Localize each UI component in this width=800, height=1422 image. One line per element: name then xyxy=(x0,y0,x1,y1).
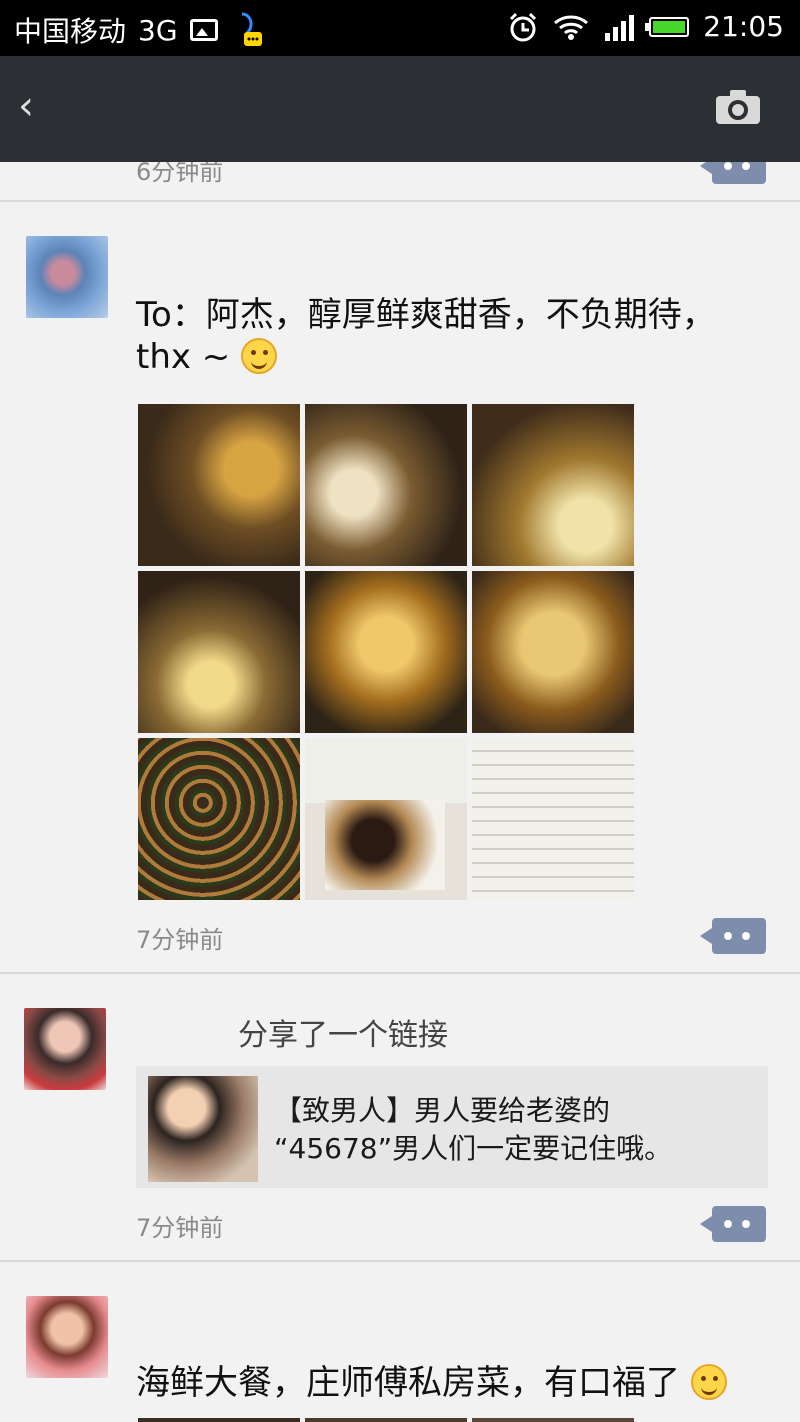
comment-button[interactable] xyxy=(700,918,766,954)
smile-emoji-icon xyxy=(241,338,278,374)
top-navigation-bar: ‹ xyxy=(0,56,800,162)
network-label: 3G xyxy=(138,13,178,47)
photo-thumbnail[interactable] xyxy=(138,738,300,900)
status-bar: 中国移动 3G 21:05 xyxy=(0,0,800,56)
dot-icon xyxy=(724,162,732,170)
photo-thumbnail[interactable] xyxy=(472,738,634,900)
previous-post-comment-button[interactable] xyxy=(700,162,766,184)
wifi-icon xyxy=(554,15,589,40)
photo-thumbnail[interactable] xyxy=(305,738,467,900)
post-time: 7分钟前 xyxy=(136,1214,224,1242)
post-divider xyxy=(0,1260,800,1262)
alarm-icon xyxy=(510,12,537,41)
status-left: 中国移动 3G xyxy=(14,10,264,50)
avatar[interactable] xyxy=(24,1008,106,1090)
link-title: 【致男人】男人要给老婆的 “45678”男人们一定要记住哦。 xyxy=(274,1092,754,1168)
back-button[interactable]: ‹ xyxy=(18,86,34,126)
avatar[interactable] xyxy=(26,236,108,318)
post-time: 7分钟前 xyxy=(136,926,224,954)
grin-emoji-icon xyxy=(690,1364,727,1400)
status-right: 21:05 xyxy=(507,10,784,43)
link-title-line: 【致男人】男人要给老婆的 xyxy=(274,1094,611,1127)
post-text-line: To：阿杰，醇厚鲜爽甜香，不负期待， xyxy=(136,295,716,335)
back-arrow-icon: ‹ xyxy=(18,83,34,129)
dot-icon xyxy=(724,1220,732,1228)
photo-grid xyxy=(138,404,634,900)
photo-thumbnail[interactable] xyxy=(138,404,300,566)
photo-strip-partial xyxy=(138,1418,634,1422)
post-divider xyxy=(0,972,800,974)
avatar[interactable] xyxy=(26,1296,108,1378)
post-text-line: thx ~ xyxy=(136,336,716,378)
shared-link-card[interactable]: 【致男人】男人要给老婆的 “45678”男人们一定要记住哦。 xyxy=(136,1066,768,1188)
comment-button[interactable] xyxy=(700,1206,766,1242)
post-text-fragment: 海鲜大餐，庄师傅私房菜，有口福了 xyxy=(136,1363,680,1403)
photo-thumbnail[interactable] xyxy=(305,404,467,566)
signal-icon xyxy=(605,14,635,41)
photo-thumbnail[interactable] xyxy=(472,571,634,733)
post-text-fragment: thx ~ xyxy=(136,337,231,377)
moments-feed[interactable]: 6分钟前 To：阿杰，醇厚鲜爽甜香，不负期待， thx ~ 7分钟前 分享了一个… xyxy=(0,162,800,1422)
battery-icon xyxy=(645,16,690,37)
post-text: 海鲜大餐，庄师傅私房菜，有口福了 xyxy=(136,1362,727,1404)
qq-notification-icon xyxy=(241,12,262,46)
photo-thumbnail[interactable] xyxy=(305,571,467,733)
share-action-label: 分享了一个链接 xyxy=(238,1018,448,1053)
dot-icon xyxy=(742,162,750,170)
camera-button[interactable] xyxy=(714,88,762,126)
dot-icon xyxy=(724,932,732,940)
dot-icon xyxy=(742,932,750,940)
carrier-label: 中国移动 xyxy=(14,15,127,48)
image-notification-icon xyxy=(189,19,218,41)
previous-post-time: 6分钟前 xyxy=(136,162,224,186)
link-thumbnail xyxy=(148,1076,258,1182)
photo-thumbnail[interactable] xyxy=(472,404,634,566)
post-text: To：阿杰，醇厚鲜爽甜香，不负期待， thx ~ xyxy=(136,294,716,378)
photo-thumbnail[interactable] xyxy=(138,571,300,733)
post-divider xyxy=(0,200,800,202)
clock: 21:05 xyxy=(703,10,784,43)
link-title-line: “45678”男人们一定要记住哦。 xyxy=(274,1132,673,1165)
dot-icon xyxy=(742,1220,750,1228)
